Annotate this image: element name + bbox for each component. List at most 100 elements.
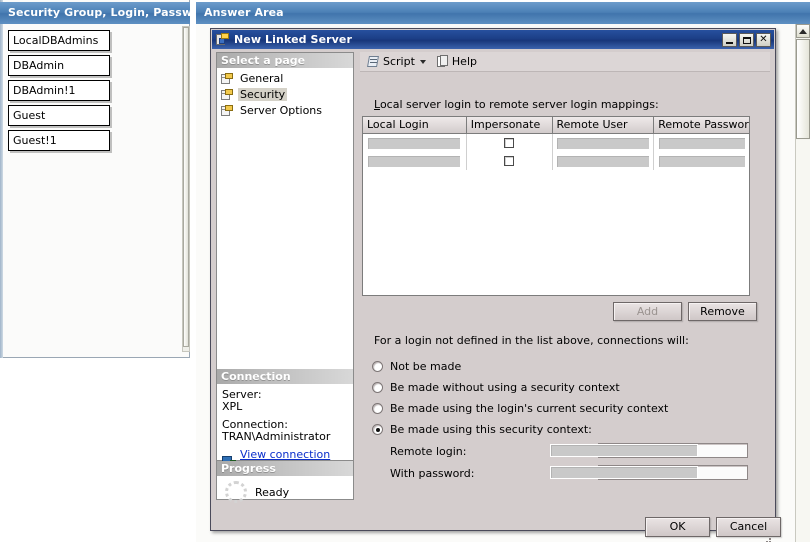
dialog-toolbar: Script Help — [360, 52, 770, 72]
connection-panel: Connection Server: XPL Connection: TRAN\… — [216, 369, 354, 461]
script-icon — [367, 55, 380, 68]
impersonate-checkbox[interactable] — [504, 138, 514, 148]
cell-local-login[interactable] — [363, 134, 467, 152]
radio-label: Be made without using a security context — [390, 381, 620, 394]
nav-item-label: Server Options — [238, 104, 324, 117]
page-scrollbar-track[interactable] — [796, 140, 810, 542]
cell-impersonate[interactable] — [467, 134, 553, 152]
drop-target-box[interactable] — [367, 137, 461, 150]
cell-remote-user[interactable] — [553, 152, 655, 170]
grid-header-row: Local Login Impersonate Remote User Remo… — [363, 117, 749, 134]
with-password-label: With password: — [390, 467, 550, 480]
answer-area-panel: Answer Area New Linked Server ✕ — [196, 0, 810, 542]
panel-edge-strip — [0, 0, 3, 358]
dialog-footer: OK Cancel — [213, 509, 775, 542]
cell-impersonate[interactable] — [467, 152, 553, 170]
radio-option-without-security-context[interactable]: Be made without using a security context — [372, 377, 668, 398]
table-row[interactable] — [363, 134, 749, 152]
close-icon[interactable]: ✕ — [756, 33, 771, 47]
new-linked-server-dialog: New Linked Server ✕ Select a page — [210, 28, 776, 531]
cell-local-login[interactable] — [363, 152, 467, 170]
drop-target-box[interactable] — [556, 155, 650, 168]
drop-target-box[interactable] — [658, 137, 746, 150]
help-label: Help — [452, 55, 477, 68]
drop-target-box[interactable] — [550, 466, 698, 479]
dialog-title-bar[interactable]: New Linked Server ✕ — [212, 30, 774, 49]
page-scrollbar-thumb[interactable] — [796, 39, 810, 139]
nav-item-security[interactable]: Security — [221, 87, 353, 102]
security-page-content: Script Help Local server login to remote… — [360, 52, 770, 500]
answer-area-title: Answer Area — [196, 2, 810, 24]
nav-item-list: General Security Server Options — [217, 68, 353, 118]
radio-label: Be made using this security context: — [390, 423, 592, 436]
with-password-row: With password: — [390, 462, 760, 484]
left-panel-scrollbar[interactable] — [182, 26, 190, 352]
radio-label: Not be made — [390, 360, 461, 373]
page-icon — [221, 105, 234, 117]
security-context-fields: Remote login: With password: — [390, 440, 760, 484]
remove-button[interactable]: Remove — [688, 302, 757, 321]
progress-heading: Progress — [217, 461, 353, 476]
nav-item-server-options[interactable]: Server Options — [221, 103, 353, 118]
chevron-down-icon[interactable] — [420, 60, 426, 64]
drag-token[interactable]: DBAdmin!1 — [8, 80, 110, 101]
grid-column-remote-user[interactable]: Remote User — [553, 117, 655, 134]
progress-spinner-icon — [225, 481, 247, 503]
with-password-field-stack — [550, 465, 750, 481]
dialog-title-text: New Linked Server — [234, 33, 352, 46]
maximize-icon[interactable] — [739, 33, 754, 47]
drag-token[interactable]: LocalDBAdmins — [8, 30, 110, 51]
remote-login-field-stack — [550, 443, 750, 459]
ok-button[interactable]: OK — [645, 517, 710, 537]
dialog-body: Select a page General Security — [212, 49, 774, 530]
radio-icon[interactable] — [372, 403, 383, 414]
cell-remote-password[interactable] — [654, 152, 749, 170]
radio-option-not-be-made[interactable]: Not be made — [372, 356, 668, 377]
connection-behavior-radio-group: Not be made Be made without using a secu… — [372, 356, 668, 440]
script-button[interactable]: Script — [364, 54, 431, 69]
radio-icon[interactable] — [372, 361, 383, 372]
radio-option-current-security-context[interactable]: Be made using the login's current securi… — [372, 398, 668, 419]
progress-status-text: Ready — [255, 486, 289, 499]
resize-grip-icon[interactable] — [761, 536, 773, 542]
radio-option-this-security-context[interactable]: Be made using this security context: — [372, 419, 668, 440]
security-group-panel-title: Security Group, Login, Password — [0, 2, 190, 24]
progress-status-row: Ready — [217, 476, 353, 503]
minimize-icon[interactable] — [722, 33, 737, 47]
impersonate-checkbox[interactable] — [504, 156, 514, 166]
help-button[interactable]: Help — [434, 54, 480, 69]
drag-token[interactable]: Guest — [8, 105, 110, 126]
drag-token[interactable]: Guest!1 — [8, 130, 110, 151]
drop-target-box[interactable] — [556, 137, 650, 150]
page-icon — [221, 89, 234, 101]
token-list: LocalDBAdmins DBAdmin DBAdmin!1 Guest Gu… — [8, 30, 178, 155]
drop-target-box[interactable] — [658, 155, 746, 168]
select-a-page-heading: Select a page — [217, 53, 353, 68]
security-group-panel: Security Group, Login, Password LocalDBA… — [0, 0, 190, 358]
answer-area-body: New Linked Server ✕ Select a page — [196, 24, 796, 542]
login-mappings-grid[interactable]: Local Login Impersonate Remote User Remo… — [362, 116, 750, 296]
page-scrollbar[interactable] — [795, 24, 810, 542]
add-button[interactable]: Add — [613, 302, 682, 321]
window-buttons: ✕ — [722, 33, 771, 47]
drop-target-box[interactable] — [367, 155, 461, 168]
radio-icon-selected[interactable] — [372, 424, 383, 435]
drag-token[interactable]: DBAdmin — [8, 55, 110, 76]
grid-column-impersonate[interactable]: Impersonate — [467, 117, 553, 134]
grid-column-local-login[interactable]: Local Login — [363, 117, 467, 134]
drop-target-box[interactable] — [550, 444, 698, 457]
radio-label: Be made using the login's current securi… — [390, 402, 668, 415]
nav-item-general[interactable]: General — [221, 71, 353, 86]
nav-item-label: Security — [238, 88, 287, 101]
cell-remote-user[interactable] — [553, 134, 655, 152]
connection-heading: Connection — [217, 369, 353, 384]
grid-column-remote-password[interactable]: Remote Password — [654, 117, 749, 134]
linked-server-icon — [216, 33, 230, 46]
scroll-up-icon[interactable] — [796, 24, 810, 38]
left-panel-scrollbar-thumb[interactable] — [183, 27, 189, 347]
radio-icon[interactable] — [372, 382, 383, 393]
cell-remote-password[interactable] — [654, 134, 749, 152]
cancel-button[interactable]: Cancel — [716, 517, 781, 537]
table-row[interactable] — [363, 152, 749, 170]
nav-item-label: General — [238, 72, 285, 85]
